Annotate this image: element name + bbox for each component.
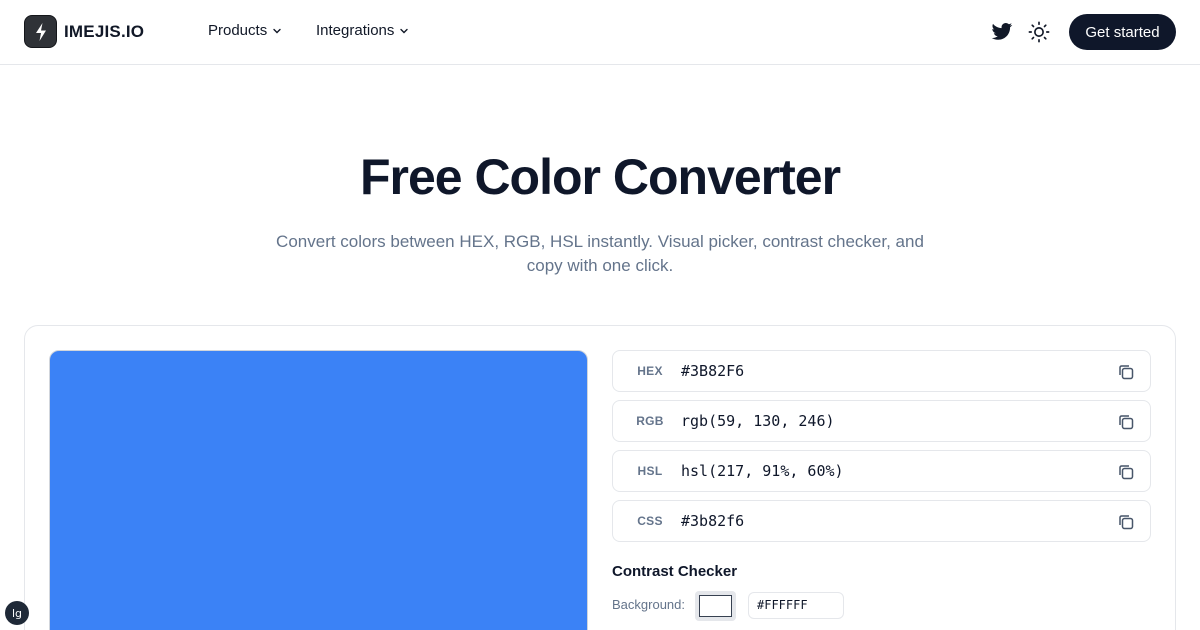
chevron-down-icon: [400, 28, 409, 33]
color-picker-swatch[interactable]: [49, 350, 588, 630]
format-row-hsl: HSL hsl(217, 91%, 60%): [612, 450, 1151, 492]
sun-icon[interactable]: [1028, 21, 1050, 43]
logo-bolt-icon[interactable]: [24, 15, 57, 48]
get-started-button[interactable]: Get started: [1069, 14, 1176, 50]
page-subtitle: Convert colors between HEX, RGB, HSL ins…: [276, 232, 924, 275]
format-label: HEX: [637, 364, 663, 378]
format-row-hex: HEX #3B82F6: [612, 350, 1151, 392]
contrast-checker-title: Contrast Checker: [612, 563, 738, 580]
background-swatch: [699, 595, 732, 617]
copy-icon[interactable]: [1117, 363, 1135, 381]
copy-icon[interactable]: [1117, 513, 1135, 531]
format-value[interactable]: rgb(59, 130, 246): [681, 412, 835, 430]
format-value[interactable]: #3B82F6: [681, 362, 744, 380]
nav-integrations[interactable]: Integrations: [316, 22, 409, 39]
nav-integrations-label: Integrations: [316, 22, 395, 39]
format-label: HSL: [637, 464, 663, 478]
chevron-down-icon: [273, 28, 281, 33]
format-value[interactable]: #3b82f6: [681, 512, 744, 530]
format-value[interactable]: hsl(217, 91%, 60%): [681, 462, 844, 480]
format-label: RGB: [636, 414, 664, 428]
background-hex-input[interactable]: #FFFFFF: [748, 592, 844, 619]
site-header: IMEJIS.IO Products Integrations Get star…: [0, 0, 1200, 65]
format-row-rgb: RGB rgb(59, 130, 246): [612, 400, 1151, 442]
brand-name[interactable]: IMEJIS.IO: [64, 22, 144, 42]
nav-products-label: Products: [208, 22, 268, 39]
format-label: CSS: [637, 514, 663, 528]
lg-badge[interactable]: lg: [5, 601, 29, 625]
background-label: Background:: [612, 597, 685, 612]
copy-icon[interactable]: [1117, 463, 1135, 481]
copy-icon[interactable]: [1117, 413, 1135, 431]
twitter-icon[interactable]: [991, 22, 1013, 42]
page-title: Free Color Converter: [359, 149, 841, 205]
format-row-css: CSS #3b82f6: [612, 500, 1151, 542]
background-color-picker[interactable]: [695, 591, 736, 621]
nav-products[interactable]: Products: [208, 22, 282, 39]
